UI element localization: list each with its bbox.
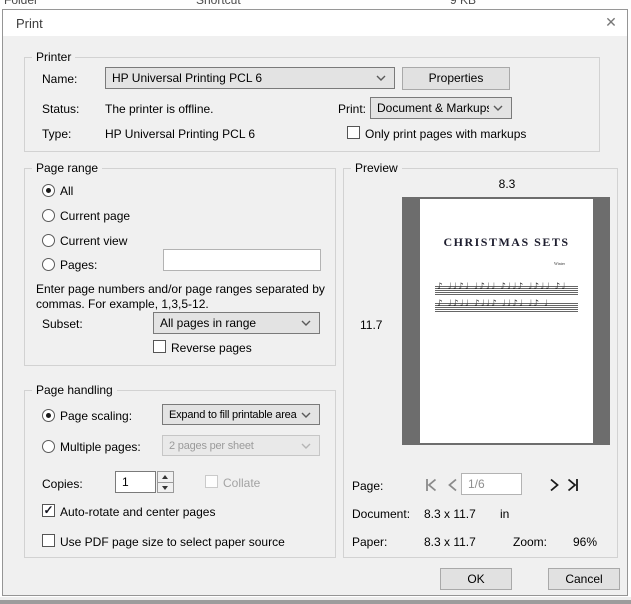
paper-size-value: 8.3 x 11.7: [424, 535, 476, 549]
sheet-subtitle: Winter: [554, 261, 565, 266]
printer-name-combo[interactable]: HP Universal Printing PCL 6: [105, 67, 395, 89]
subset-label: Subset:: [42, 317, 83, 331]
collate-label: Collate: [223, 476, 261, 490]
range-help-line1: Enter page numbers and/or page ranges se…: [36, 282, 325, 296]
stepper-up-button[interactable]: [158, 472, 173, 482]
preview-height-dimension: 11.7: [360, 318, 383, 332]
close-icon[interactable]: ✕: [600, 12, 622, 32]
printer-status-value: The printer is offline.: [105, 102, 214, 116]
music-staff-2: ♪ ♩♪♩♩ ♪♩♩♪ ♩♩♪♩ ♩♪ ♩: [435, 299, 578, 312]
collate-checkbox: [205, 475, 218, 488]
copies-label: Copies:: [42, 477, 83, 491]
range-current-page-label[interactable]: Current page: [60, 209, 130, 223]
dialog-titlebar: [3, 10, 627, 36]
printer-status-label: Status:: [42, 102, 80, 116]
autorotate-label[interactable]: Auto-rotate and center pages: [60, 505, 215, 519]
reverse-pages-checkbox[interactable]: [153, 340, 166, 353]
printer-type-label: Type:: [42, 127, 72, 141]
background-left-fragment: Folder: [4, 0, 39, 7]
subset-value: All pages in range: [160, 316, 257, 330]
page-number-input[interactable]: 1/6: [461, 473, 522, 495]
range-pages-radio[interactable]: [42, 258, 55, 271]
print-what-label: Print:: [338, 102, 367, 116]
properties-button[interactable]: Properties: [402, 67, 510, 90]
printer-type-value: HP Universal Printing PCL 6: [105, 127, 256, 141]
previous-page-button[interactable]: [445, 477, 461, 493]
cancel-button[interactable]: Cancel: [548, 568, 620, 590]
range-help-line2: commas. For example, 1,3,5-12.: [36, 297, 209, 311]
markups-only-checkbox[interactable]: [347, 126, 360, 139]
printer-name-label: Name:: [42, 72, 78, 86]
background-window-strip: Folder Shortcut 9 KB: [0, 0, 631, 9]
printer-group-label: Printer: [32, 50, 76, 64]
background-bottom-edge: [0, 600, 631, 604]
zoom-label: Zoom:: [513, 535, 548, 549]
print-dialog-screen: Folder Shortcut 9 KB Print ✕ Printer Nam…: [0, 0, 631, 604]
first-page-button[interactable]: [423, 477, 439, 493]
zoom-value: 96%: [573, 535, 598, 549]
multiple-pages-value: 2 pages per sheet: [169, 439, 254, 452]
chevron-down-icon: [301, 320, 311, 326]
stepper-down-button[interactable]: [158, 482, 173, 492]
background-type-column: Shortcut: [196, 0, 241, 7]
document-size-value: 8.3 x 11.7: [424, 507, 476, 521]
page-scaling-value: Expand to fill printable area: [169, 408, 297, 421]
reverse-pages-label[interactable]: Reverse pages: [171, 341, 252, 355]
preview-width-dimension: 8.3: [498, 177, 516, 191]
page-handling-group-label: Page handling: [32, 383, 117, 397]
last-page-button[interactable]: [565, 477, 581, 493]
multiple-pages-label[interactable]: Multiple pages:: [60, 440, 141, 454]
subset-combo[interactable]: All pages in range: [153, 312, 320, 334]
music-staff-1: ♪ ♩♩♪♩ ♩♪♩♩ ♪♩♩♪ ♩♪♩♩ ♪♩: [435, 282, 578, 295]
document-size-label: Document:: [352, 507, 411, 521]
autorotate-checkbox[interactable]: ✓: [42, 504, 55, 517]
chevron-down-icon: [301, 412, 311, 418]
arrow-up-icon: [162, 475, 168, 479]
range-all-radio[interactable]: [42, 184, 55, 197]
music-notes-2: ♪ ♩♪♩♩ ♪♩♩♪ ♩♩♪♩ ♩♪ ♩: [437, 299, 550, 309]
preview-group-label: Preview: [351, 161, 402, 175]
paper-size-label: Paper:: [352, 535, 388, 549]
dialog-title: Print: [16, 16, 43, 31]
range-all-label[interactable]: All: [60, 184, 73, 198]
next-page-button[interactable]: [546, 477, 562, 493]
print-what-combo[interactable]: Document & Markups: [370, 97, 512, 119]
document-size-unit: in: [500, 507, 510, 521]
chevron-down-icon: [376, 75, 386, 81]
range-pages-label[interactable]: Pages:: [60, 258, 97, 272]
page-range-group-label: Page range: [32, 161, 103, 175]
range-current-view-label[interactable]: Current view: [60, 234, 127, 248]
page-nav-label: Page:: [352, 479, 384, 493]
pdf-page-size-label[interactable]: Use PDF page size to select paper source: [60, 535, 285, 549]
page-scaling-radio[interactable]: [42, 409, 55, 422]
pages-input[interactable]: [163, 249, 321, 271]
chevron-down-icon: [493, 105, 503, 111]
page-scaling-combo[interactable]: Expand to fill printable area: [162, 404, 320, 425]
page-scaling-label[interactable]: Page scaling:: [60, 409, 132, 423]
multiple-pages-combo: 2 pages per sheet: [162, 435, 320, 456]
background-size-column: 9 KB: [450, 0, 477, 7]
markups-only-label[interactable]: Only print pages with markups: [365, 127, 526, 141]
music-notes-1: ♪ ♩♩♪♩ ♩♪♩♩ ♪♩♩♪ ♩♪♩♩ ♪♩: [437, 282, 567, 292]
pdf-page-size-checkbox[interactable]: [42, 534, 55, 547]
range-current-page-radio[interactable]: [42, 209, 55, 222]
chevron-down-icon: [301, 443, 311, 449]
printer-name-value: HP Universal Printing PCL 6: [112, 71, 263, 85]
arrow-down-icon: [162, 486, 168, 490]
copies-stepper[interactable]: [157, 471, 174, 493]
range-current-view-radio[interactable]: [42, 234, 55, 247]
print-what-value: Document & Markups: [377, 101, 489, 115]
ok-button[interactable]: OK: [440, 568, 512, 590]
sheet-title: CHRISTMAS SETS: [443, 235, 570, 249]
multiple-pages-radio[interactable]: [42, 440, 55, 453]
copies-input[interactable]: 1: [115, 471, 156, 493]
preview-page-thumbnail: CHRISTMAS SETS Winter ♪ ♩♩♪♩ ♩♪♩♩ ♪♩♩♪ ♩…: [420, 199, 593, 443]
